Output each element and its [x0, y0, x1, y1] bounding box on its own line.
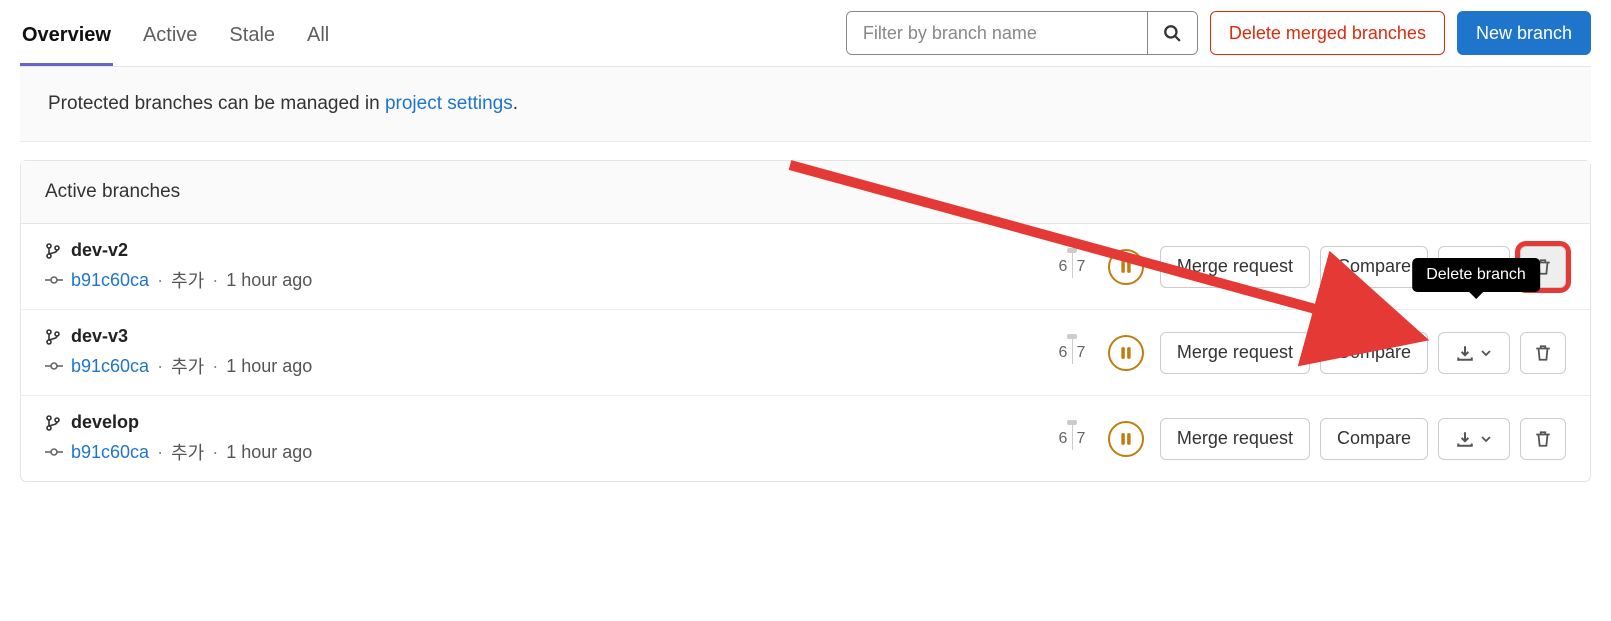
commit-time: 1 hour ago	[226, 442, 312, 463]
tab-active[interactable]: Active	[141, 10, 199, 66]
compare-button[interactable]: Compare	[1320, 332, 1428, 374]
download-dropdown-button[interactable]	[1438, 332, 1510, 374]
panel-title: Active branches	[21, 161, 1590, 224]
branch-name[interactable]: dev-v2	[71, 240, 128, 261]
branch-row: dev-v2 b91c60ca · 추가 · 1 hour ago 6 7	[21, 224, 1590, 310]
merge-request-button[interactable]: Merge request	[1160, 332, 1310, 374]
delete-branch-button[interactable]	[1520, 332, 1566, 374]
active-branches-panel: Active branches dev-v2 b91c60ca · 추가	[20, 160, 1591, 482]
branch-search	[846, 11, 1198, 55]
commit-icon	[45, 274, 63, 286]
new-branch-button[interactable]: New branch	[1457, 11, 1591, 55]
commit-icon	[45, 360, 63, 372]
commits-behind: 6	[1054, 258, 1072, 276]
tab-overview[interactable]: Overview	[20, 10, 113, 66]
commits-ahead: 7	[1072, 430, 1090, 448]
commit-sha-link[interactable]: b91c60ca	[71, 442, 149, 463]
info-text-prefix: Protected branches can be managed in	[48, 93, 385, 114]
commits-behind: 6	[1054, 430, 1072, 448]
commit-sha-link[interactable]: b91c60ca	[71, 270, 149, 291]
search-button[interactable]	[1147, 12, 1197, 54]
top-bar: Overview Active Stale All Delete merged …	[20, 10, 1591, 67]
trash-icon	[1534, 430, 1552, 448]
trash-icon	[1534, 344, 1552, 362]
search-icon	[1163, 24, 1181, 42]
tab-all[interactable]: All	[305, 10, 331, 66]
divergence-graph: 6 7	[1052, 430, 1092, 448]
merge-request-button[interactable]: Merge request	[1160, 246, 1310, 288]
commits-ahead: 7	[1072, 344, 1090, 362]
branch-icon	[45, 328, 61, 346]
delete-branch-button[interactable]	[1520, 418, 1566, 460]
compare-button[interactable]: Compare	[1320, 418, 1428, 460]
divergence-graph: 6 7	[1052, 344, 1092, 362]
commit-time: 1 hour ago	[226, 270, 312, 291]
commit-message: 추가	[171, 439, 204, 465]
commit-time: 1 hour ago	[226, 356, 312, 377]
divergence-graph: 6 7	[1052, 258, 1092, 276]
commit-message: 추가	[171, 267, 204, 293]
delete-merged-branches-button[interactable]: Delete merged branches	[1210, 11, 1445, 55]
branch-name[interactable]: develop	[71, 412, 139, 433]
commit-sha-link[interactable]: b91c60ca	[71, 356, 149, 377]
merge-request-button[interactable]: Merge request	[1160, 418, 1310, 460]
branch-row: dev-v3 b91c60ca · 추가 · 1 hour ago 6 7	[21, 310, 1590, 396]
download-icon	[1456, 344, 1474, 362]
delete-branch-tooltip: Delete branch	[1412, 258, 1540, 292]
pipeline-status-icon[interactable]	[1108, 421, 1144, 457]
commits-ahead: 7	[1072, 258, 1090, 276]
download-icon	[1456, 430, 1474, 448]
branch-icon	[45, 242, 61, 260]
branch-name[interactable]: dev-v3	[71, 326, 128, 347]
branch-row: develop b91c60ca · 추가 · 1 hour ago 6 7	[21, 396, 1590, 481]
project-settings-link[interactable]: project settings	[385, 93, 513, 114]
chevron-down-icon	[1480, 433, 1492, 445]
tabs: Overview Active Stale All	[20, 10, 331, 66]
tab-stale[interactable]: Stale	[227, 10, 277, 66]
commit-icon	[45, 446, 63, 458]
commits-behind: 6	[1054, 344, 1072, 362]
info-text-suffix: .	[513, 93, 518, 114]
commit-message: 추가	[171, 353, 204, 379]
protected-branches-info: Protected branches can be managed in pro…	[20, 67, 1591, 142]
pipeline-status-icon[interactable]	[1108, 249, 1144, 285]
download-dropdown-button[interactable]	[1438, 418, 1510, 460]
pipeline-status-icon[interactable]	[1108, 335, 1144, 371]
branch-icon	[45, 414, 61, 432]
chevron-down-icon	[1480, 347, 1492, 359]
branch-filter-input[interactable]	[847, 12, 1147, 54]
